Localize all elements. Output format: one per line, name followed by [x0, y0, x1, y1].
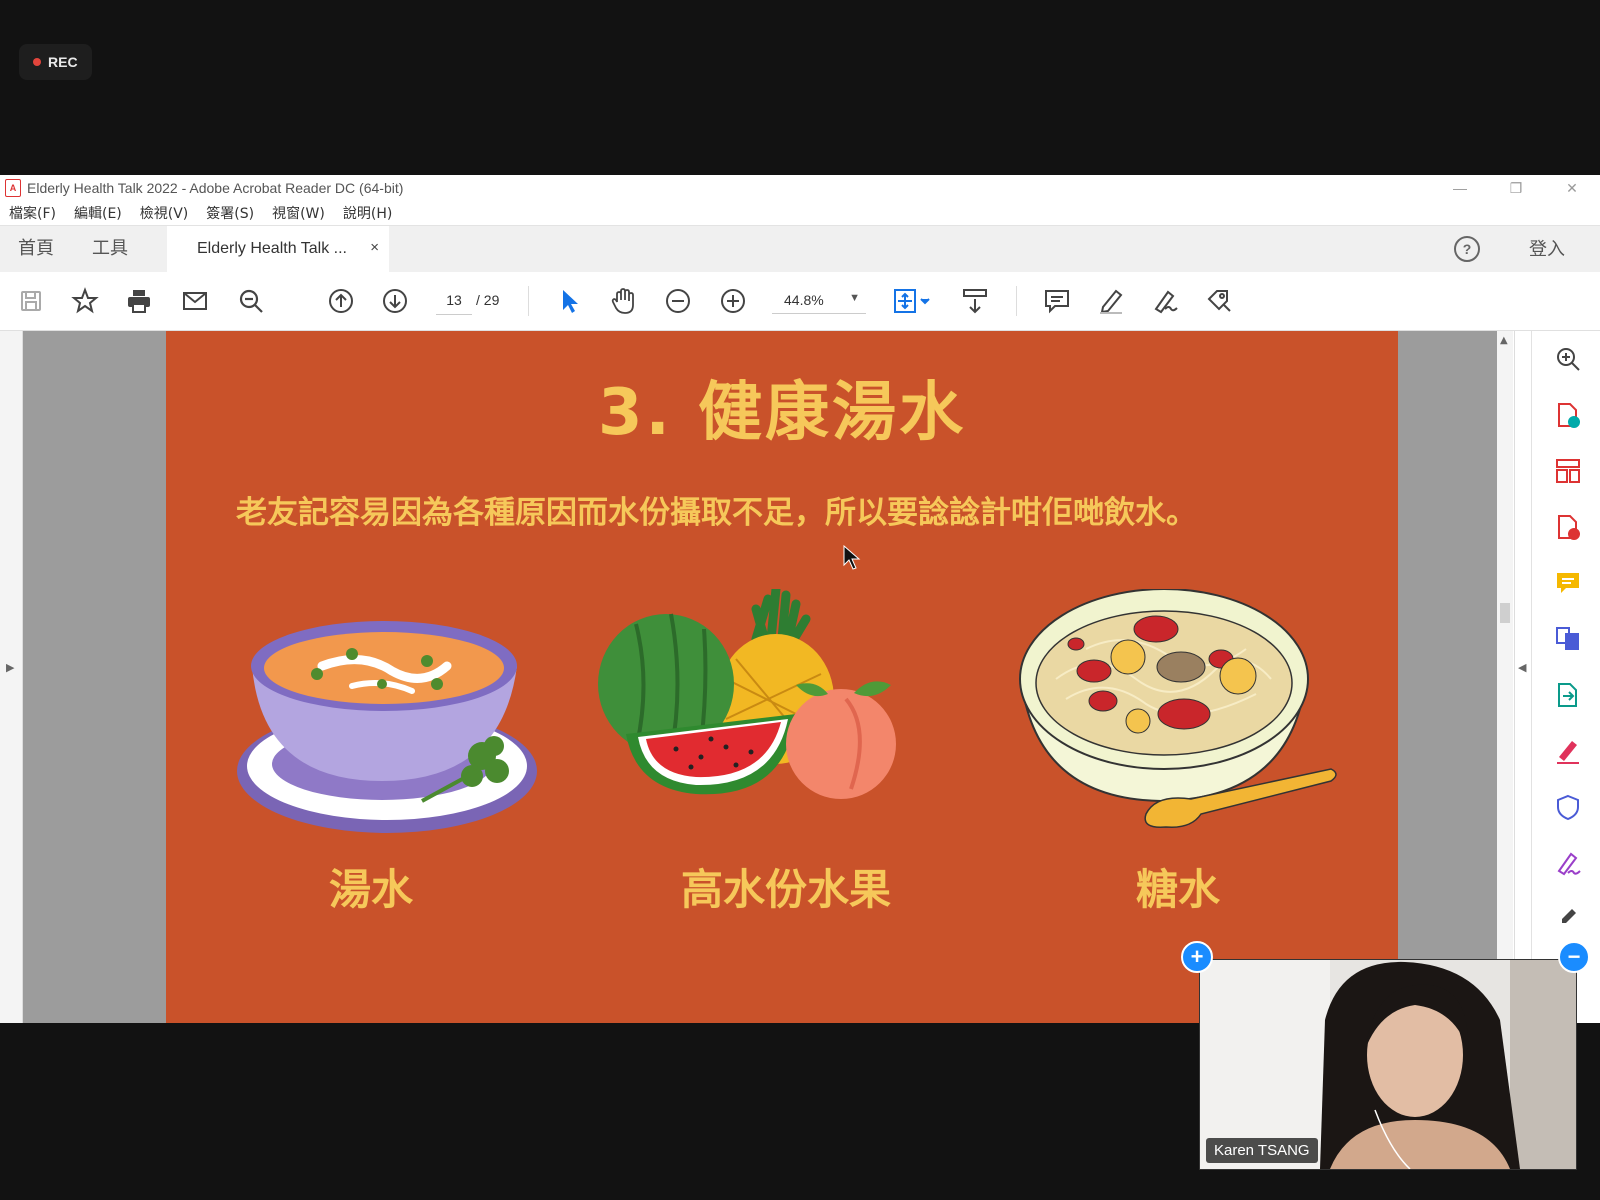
sign-icon[interactable] [1554, 849, 1582, 877]
combine-files-icon[interactable] [1554, 625, 1582, 653]
comment-icon[interactable] [1554, 569, 1582, 597]
total-pages: / 29 [476, 292, 500, 308]
mouse-cursor-icon [843, 545, 861, 570]
close-tab-icon[interactable]: × [370, 239, 379, 256]
create-pdf-icon[interactable] [1554, 401, 1582, 429]
page-canvas[interactable]: 3. 健康湯水 老友記容易因為各種原因而水份攝取不足，所以要諗諗計咁佢哋飲水。 [23, 331, 1497, 1023]
menu-edit[interactable]: 編輯(E) [74, 203, 122, 223]
scroll-thumb[interactable] [1500, 603, 1510, 623]
toolbar-divider [528, 286, 529, 316]
expand-right-icon: ▶ [6, 661, 15, 674]
tab-bar: 首頁 工具 Elderly Health Talk ... × ? 登入 [0, 225, 1600, 273]
vertical-scrollbar[interactable]: ▲ [1497, 331, 1513, 1023]
menu-help[interactable]: 說明(H) [343, 203, 392, 223]
email-icon[interactable] [180, 286, 210, 316]
recording-dot-icon [33, 58, 41, 66]
menu-sign[interactable]: 簽署(S) [206, 203, 254, 223]
tab-home[interactable]: 首頁 [18, 234, 54, 260]
sign-pen-icon[interactable] [1150, 286, 1180, 316]
fit-page-icon[interactable] [890, 286, 934, 316]
right-panel-toggle[interactable]: ◀ [1514, 331, 1531, 1023]
select-cursor-icon[interactable] [554, 286, 584, 316]
menu-bar: 檔案(F) 編輯(E) 檢視(V) 簽署(S) 視窗(W) 說明(H) [0, 201, 1600, 225]
highlight-pen-icon[interactable] [1096, 286, 1126, 316]
chevron-down-icon: ▼ [849, 292, 860, 304]
recording-label: REC [48, 54, 78, 70]
search-icon[interactable] [236, 286, 266, 316]
bookmark-star-icon[interactable] [70, 286, 100, 316]
share-icon[interactable] [1204, 286, 1234, 316]
organize-pages-icon[interactable] [1554, 457, 1582, 485]
comment-icon[interactable] [1042, 286, 1072, 316]
zoom-search-icon[interactable] [1554, 345, 1582, 373]
export-pdf-icon[interactable] [1554, 513, 1582, 541]
close-window-button[interactable]: ✕ [1544, 175, 1600, 201]
label-high-water-fruit: 高水份水果 [680, 865, 891, 914]
title-bar: A Elderly Health Talk 2022 - Adobe Acrob… [0, 175, 1600, 201]
menu-view[interactable]: 檢視(V) [140, 203, 189, 223]
slide-title: 3. 健康湯水 [597, 376, 967, 450]
slide-subtitle: 老友記容易因為各種原因而水份攝取不足，所以要諗諗計咁佢哋飲水。 [236, 495, 1197, 531]
label-soup: 湯水 [328, 865, 413, 914]
participant-video[interactable]: Karen TSANG [1199, 959, 1577, 1170]
left-panel-toggle[interactable]: ▶ [0, 331, 23, 1023]
fill-sign-icon[interactable] [1554, 737, 1582, 765]
scroll-mode-icon[interactable] [960, 286, 990, 316]
sign-in-button[interactable]: 登入 [1529, 235, 1565, 261]
menu-window[interactable]: 視窗(W) [272, 203, 325, 223]
soup-bowl-illustration [237, 621, 537, 833]
print-icon[interactable] [124, 286, 154, 316]
zoom-out-icon[interactable] [663, 286, 693, 316]
hand-icon[interactable] [608, 286, 638, 316]
save-icon[interactable] [16, 286, 46, 316]
acrobat-app-icon: A [5, 179, 21, 197]
zoom-level-value: 44.8% [784, 291, 824, 308]
tab-tools[interactable]: 工具 [92, 234, 128, 260]
document-viewer: ▶ 3. 健康湯水 老友記容易因為各種原因而水份攝取不足，所以要諗諗計咁佢哋飲水… [0, 331, 1600, 1023]
protect-icon[interactable] [1554, 793, 1582, 821]
toolbar: 13 / 29 44.8% ▼ [0, 272, 1600, 331]
page-up-icon[interactable] [326, 286, 356, 316]
current-page-input[interactable]: 13 [436, 286, 472, 315]
help-icon[interactable]: ? [1454, 236, 1480, 262]
add-video-button[interactable]: + [1181, 941, 1213, 973]
acrobat-window: A Elderly Health Talk 2022 - Adobe Acrob… [0, 175, 1600, 1023]
send-file-icon[interactable] [1554, 681, 1582, 709]
tools-pane [1531, 331, 1600, 1023]
window-title: Elderly Health Talk 2022 - Adobe Acrobat… [27, 180, 404, 196]
page-down-icon[interactable] [380, 286, 410, 316]
participant-name: Karen TSANG [1206, 1138, 1318, 1163]
scroll-up-icon[interactable]: ▲ [1500, 335, 1508, 346]
sweet-soup-illustration [1019, 589, 1337, 828]
tools-more-icon[interactable] [1554, 905, 1582, 933]
tab-document[interactable]: Elderly Health Talk ... × [167, 226, 389, 272]
fruits-illustration [598, 589, 896, 799]
collapse-left-icon: ◀ [1518, 661, 1527, 674]
menu-file[interactable]: 檔案(F) [9, 203, 56, 223]
restore-button[interactable]: ❐ [1488, 175, 1544, 201]
minimize-button[interactable]: — [1432, 175, 1488, 201]
zoom-in-icon[interactable] [718, 286, 748, 316]
minimize-video-button[interactable]: − [1558, 941, 1590, 973]
zoom-level-select[interactable]: 44.8% ▼ [772, 286, 866, 314]
pdf-slide: 3. 健康湯水 老友記容易因為各種原因而水份攝取不足，所以要諗諗計咁佢哋飲水。 [166, 331, 1398, 1023]
recording-badge: REC [19, 44, 92, 80]
label-sweet-soup: 糖水 [1135, 865, 1220, 914]
toolbar-divider [1016, 286, 1017, 316]
tab-document-label: Elderly Health Talk ... [197, 240, 347, 257]
